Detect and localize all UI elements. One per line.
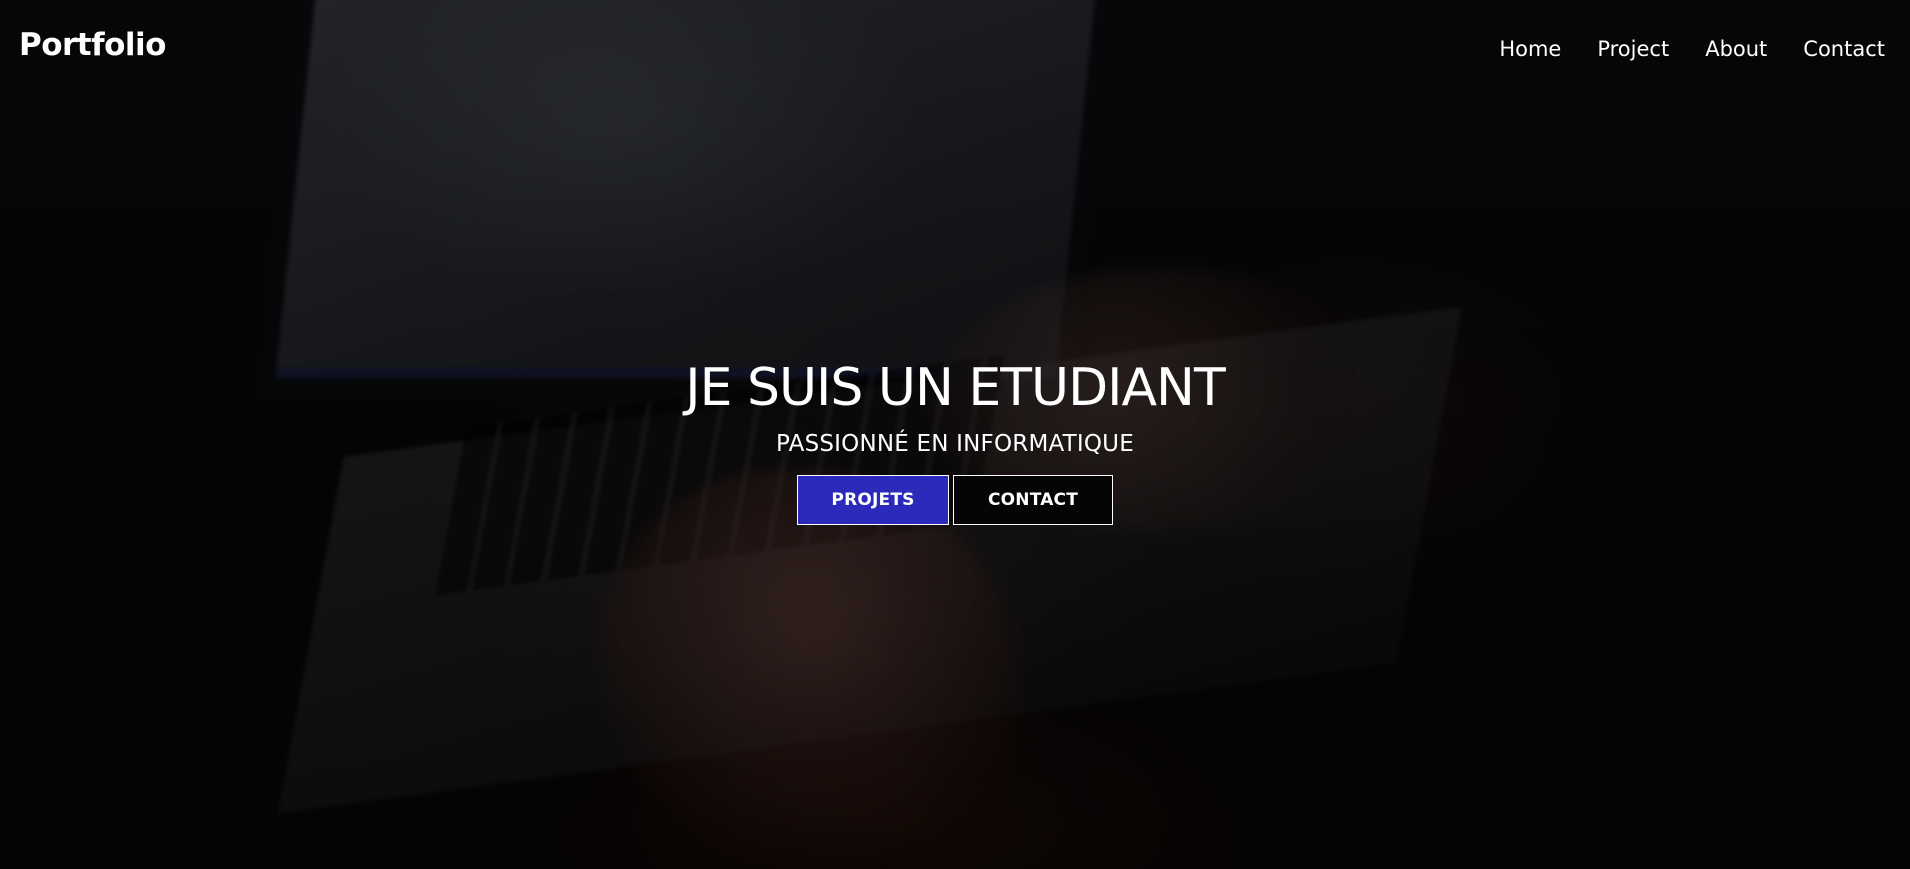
- hero-subtitle: PASSIONNÉ EN INFORMATIQUE: [776, 431, 1134, 458]
- navbar: Portfolio Home Project About Contact: [0, 0, 1910, 100]
- projets-button[interactable]: PROJETS: [797, 474, 949, 525]
- hero-title: JE SUIS UN ETUDIANT: [685, 358, 1225, 418]
- nav-link-about[interactable]: About: [1705, 39, 1767, 60]
- nav-links: Home Project About Contact: [1499, 39, 1885, 60]
- nav-link-home[interactable]: Home: [1499, 39, 1561, 60]
- hero-buttons: PROJETS CONTACT: [0, 474, 1910, 525]
- contact-button[interactable]: CONTACT: [953, 474, 1113, 525]
- nav-link-project[interactable]: Project: [1597, 39, 1669, 60]
- logo-link[interactable]: Portfolio: [19, 30, 166, 61]
- nav-link-contact[interactable]: Contact: [1803, 39, 1885, 60]
- hero-section: Portfolio Home Project About Contact JE …: [0, 0, 1910, 869]
- hero-content: JE SUIS UN ETUDIANT PASSIONNÉ EN INFORMA…: [0, 358, 1910, 525]
